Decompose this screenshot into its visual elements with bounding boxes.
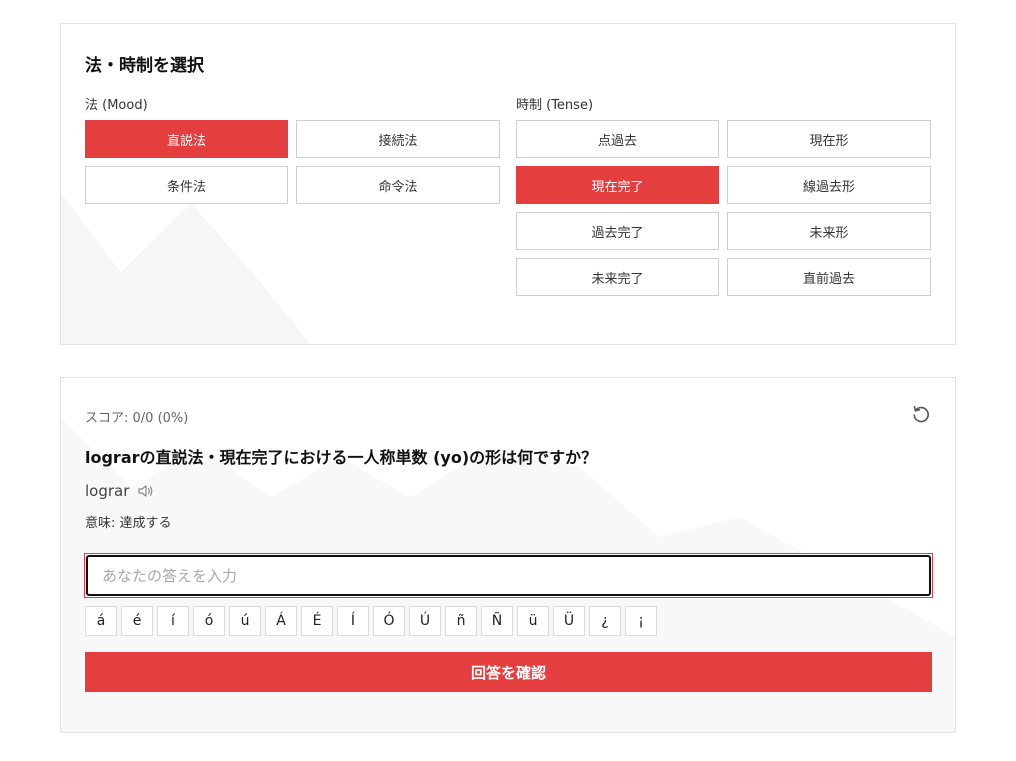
answer-input[interactable] bbox=[86, 555, 931, 596]
char-button-U-diaeresis[interactable]: Ü bbox=[553, 606, 585, 636]
tense-option-imperfect[interactable]: 線過去形 bbox=[727, 166, 931, 204]
mood-option-imperative[interactable]: 命令法 bbox=[296, 166, 500, 204]
char-button-inverted-question[interactable]: ¿ bbox=[589, 606, 621, 636]
char-button-o-acute[interactable]: ó bbox=[193, 606, 225, 636]
char-button-I-acute[interactable]: Í bbox=[337, 606, 369, 636]
tense-option-present[interactable]: 現在形 bbox=[727, 120, 931, 158]
mood-option-subjunctive[interactable]: 接続法 bbox=[296, 120, 500, 158]
tense-option-pluperfect[interactable]: 過去完了 bbox=[516, 212, 719, 250]
mood-options: 直説法 接続法 条件法 命令法 bbox=[85, 120, 500, 204]
verb-word: lograr bbox=[85, 482, 130, 500]
refresh-icon[interactable] bbox=[911, 404, 931, 424]
meaning-text: 意味: 達成する bbox=[85, 516, 172, 531]
char-button-u-acute[interactable]: ú bbox=[229, 606, 261, 636]
tense-option-preterite[interactable]: 点過去 bbox=[516, 120, 719, 158]
char-button-inverted-exclamation[interactable]: ¡ bbox=[625, 606, 657, 636]
char-button-N-tilde[interactable]: Ñ bbox=[481, 606, 513, 636]
tense-option-present-perfect[interactable]: 現在完了 bbox=[516, 166, 719, 204]
word-row: lograr bbox=[85, 482, 155, 500]
char-button-O-acute[interactable]: Ó bbox=[373, 606, 405, 636]
speaker-icon[interactable] bbox=[137, 483, 155, 499]
mood-option-conditional[interactable]: 条件法 bbox=[85, 166, 288, 204]
mood-option-indicative[interactable]: 直説法 bbox=[85, 120, 288, 158]
question-text: lograrの直説法・現在完了における一人称単数 (yo)の形は何ですか？ bbox=[85, 448, 598, 467]
tense-option-future-perfect[interactable]: 未来完了 bbox=[516, 258, 719, 296]
char-button-i-acute[interactable]: í bbox=[157, 606, 189, 636]
score-text: スコア: 0/0 (0%) bbox=[85, 411, 189, 426]
special-character-bar: á é í ó ú Á É Í Ó Ú ñ Ñ ü Ü ¿ ¡ bbox=[85, 606, 657, 636]
char-button-a-acute[interactable]: á bbox=[85, 606, 117, 636]
quiz-card: スコア: 0/0 (0%) lograrの直説法・現在完了における一人称単数 (… bbox=[60, 377, 956, 733]
char-button-E-acute[interactable]: É bbox=[301, 606, 333, 636]
char-button-u-diaeresis[interactable]: ü bbox=[517, 606, 549, 636]
tense-label: 時制 (Tense) bbox=[516, 98, 594, 113]
answer-focus-ring bbox=[84, 553, 933, 598]
selection-title: 法・時制を選択 bbox=[85, 56, 204, 76]
tense-option-future[interactable]: 未来形 bbox=[727, 212, 931, 250]
tense-options: 点過去 現在形 現在完了 線過去形 過去完了 未来形 未来完了 直前過去 bbox=[516, 120, 931, 296]
char-button-n-tilde[interactable]: ñ bbox=[445, 606, 477, 636]
mood-tense-selection-card: 法・時制を選択 法 (Mood) 直説法 接続法 条件法 命令法 時制 (Ten… bbox=[60, 23, 956, 345]
char-button-A-acute[interactable]: Á bbox=[265, 606, 297, 636]
mood-label: 法 (Mood) bbox=[85, 98, 148, 113]
check-answer-button[interactable]: 回答を確認 bbox=[85, 652, 932, 692]
char-button-U-acute[interactable]: Ú bbox=[409, 606, 441, 636]
char-button-e-acute[interactable]: é bbox=[121, 606, 153, 636]
tense-option-preterite-anterior[interactable]: 直前過去 bbox=[727, 258, 931, 296]
